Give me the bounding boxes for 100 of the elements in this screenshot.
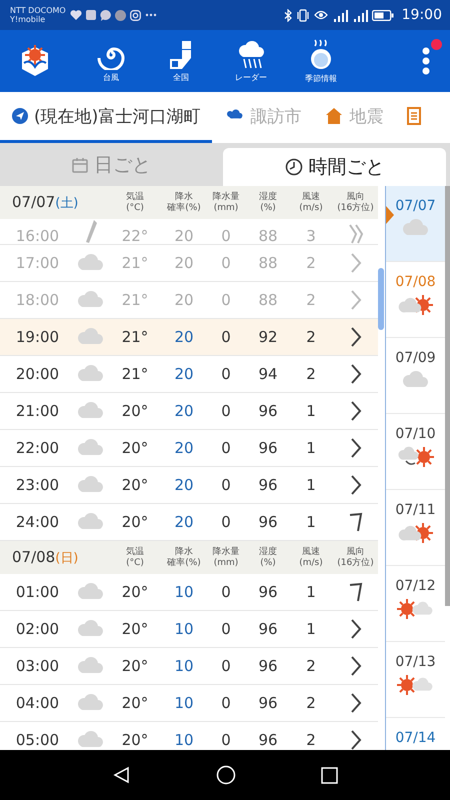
chevron-icon xyxy=(350,729,362,750)
chevron-icon xyxy=(350,363,362,385)
column-header: 風速 (m/s) xyxy=(298,192,324,214)
wind-direction-icon xyxy=(348,581,362,603)
chevron-icon xyxy=(350,400,362,422)
humidity-cell-text: 96 xyxy=(257,731,279,749)
toolbar-button[interactable]: 台風 xyxy=(76,40,146,82)
wind-speed-cell-text: 2 xyxy=(305,365,317,383)
cloud-sun-icon xyxy=(396,294,436,316)
precipitation-cell-text: 0 xyxy=(220,254,232,272)
carrier-name: Y!mobile xyxy=(10,15,46,24)
humidity-cell-text: 96 xyxy=(257,583,279,601)
sun-cloud-icon xyxy=(396,674,436,696)
humidity-cell-text: 88 xyxy=(257,291,279,309)
precipitation-cell-text: 0 xyxy=(220,291,232,309)
column-header: 風速 (m/s) xyxy=(298,546,324,568)
temperature-cell-text: 20° xyxy=(120,439,150,457)
time-cell-text: 21:00 xyxy=(14,402,60,420)
selection-marker-icon xyxy=(386,206,394,224)
wind-speed-cell-text: 2 xyxy=(305,254,317,272)
column-header: 降水 確率(%) xyxy=(166,192,202,214)
view-tab[interactable]: 時間ごと xyxy=(223,148,446,186)
camera-icon xyxy=(130,10,141,20)
signal-icon xyxy=(332,8,348,22)
column-header: 湿度 (%) xyxy=(258,192,278,214)
time-cell-text: 16:00 xyxy=(14,227,60,244)
precipitation-cell-text: 0 xyxy=(220,694,232,712)
precipitation-chance-cell-text: 20 xyxy=(173,328,195,346)
cloud-sun-icon xyxy=(396,522,436,544)
precipitation-cell-text: 0 xyxy=(220,328,232,346)
humidity-cell-text: 92 xyxy=(257,328,279,346)
chevron-icon xyxy=(350,474,362,496)
weekday-label: (日) xyxy=(55,551,78,566)
chevron-icon xyxy=(350,252,362,274)
clock-icon xyxy=(284,158,302,176)
toolbar-button[interactable]: 全国 xyxy=(146,40,216,82)
more-icon xyxy=(422,47,430,75)
wind-speed-cell-text: 2 xyxy=(305,291,317,309)
humidity-cell-text: 96 xyxy=(257,513,279,531)
clock-time: 19:00 xyxy=(402,7,442,23)
chevron-icon xyxy=(350,692,362,714)
temperature-cell-text: 20° xyxy=(120,731,150,749)
date-heading: 07/08 xyxy=(12,548,56,566)
temperature-cell-text: 21° xyxy=(120,291,150,309)
precipitation-chance-cell-text: 10 xyxy=(173,657,195,675)
column-header: 降水 確率(%) xyxy=(166,546,202,568)
recents-icon xyxy=(320,766,338,784)
double-chevron-icon xyxy=(348,223,364,244)
signal-icon xyxy=(352,8,368,22)
precipitation-cell-text: 0 xyxy=(220,513,232,531)
column-header: 降水量 (mm) xyxy=(212,546,240,568)
time-cell-text: 03:00 xyxy=(14,657,60,675)
wind-speed-cell-text: 1 xyxy=(305,513,317,531)
vibrate-icon xyxy=(296,8,310,22)
list-icon xyxy=(407,107,422,125)
calendar-icon xyxy=(72,157,88,173)
precipitation-cell-text: 0 xyxy=(220,620,232,638)
humidity-cell-text: 96 xyxy=(257,657,279,675)
column-header: 風向 (16方位) xyxy=(336,192,375,214)
temperature-cell-text: 20° xyxy=(120,513,150,531)
battery-icon xyxy=(372,10,394,20)
precipitation-chance-cell-text: 10 xyxy=(173,620,195,638)
wind-speed-cell-text: 1 xyxy=(305,402,317,420)
home-icon xyxy=(216,765,236,785)
temperature-cell-text: 21° xyxy=(120,328,150,346)
wind-speed-cell-text: 2 xyxy=(305,657,317,675)
weekday-label: (土) xyxy=(55,196,78,211)
carrier-name: NTT DOCOMO xyxy=(10,6,66,15)
humidity-cell-text: 96 xyxy=(257,476,279,494)
day-item[interactable]: 07/07 xyxy=(386,186,445,262)
circle-app-icon xyxy=(114,10,126,20)
precipitation-chance-cell-text: 10 xyxy=(173,694,195,712)
temperature-cell-text: 20° xyxy=(120,620,150,638)
sun-cloud-icon xyxy=(396,598,436,620)
square-app-icon xyxy=(86,10,96,20)
time-cell-text: 23:00 xyxy=(14,476,60,494)
column-header: 気温 (°C) xyxy=(125,546,145,568)
temperature-cell-text: 20° xyxy=(120,583,150,601)
temperature-cell-text: 20° xyxy=(120,402,150,420)
precipitation-cell-text: 0 xyxy=(220,583,232,601)
wind-speed-cell-text: 2 xyxy=(305,694,317,712)
wind-speed-cell-text: 1 xyxy=(305,476,317,494)
bluetooth-icon xyxy=(284,8,292,22)
temperature-cell-text: 20° xyxy=(120,694,150,712)
precipitation-cell-text: 0 xyxy=(220,402,232,420)
column-header: 湿度 (%) xyxy=(258,546,278,568)
chevron-icon xyxy=(350,289,362,311)
chat-bubble-icon xyxy=(100,10,111,20)
humidity-cell-text: 88 xyxy=(257,227,279,244)
toolbar-button[interactable]: 季節情報 xyxy=(286,38,356,84)
precipitation-chance-cell-text: 20 xyxy=(173,476,195,494)
toolbar-button[interactable]: レーダー xyxy=(216,40,286,82)
precipitation-chance-cell-text: 20 xyxy=(173,439,195,457)
app-logo-icon xyxy=(20,45,50,77)
precipitation-cell-text: 0 xyxy=(220,657,232,675)
chevron-icon xyxy=(350,618,362,640)
precipitation-chance-cell-text: 10 xyxy=(173,583,195,601)
humidity-cell-text: 96 xyxy=(257,402,279,420)
column-header: 風向 (16方位) xyxy=(336,546,375,568)
precipitation-chance-cell-text: 20 xyxy=(173,365,195,383)
